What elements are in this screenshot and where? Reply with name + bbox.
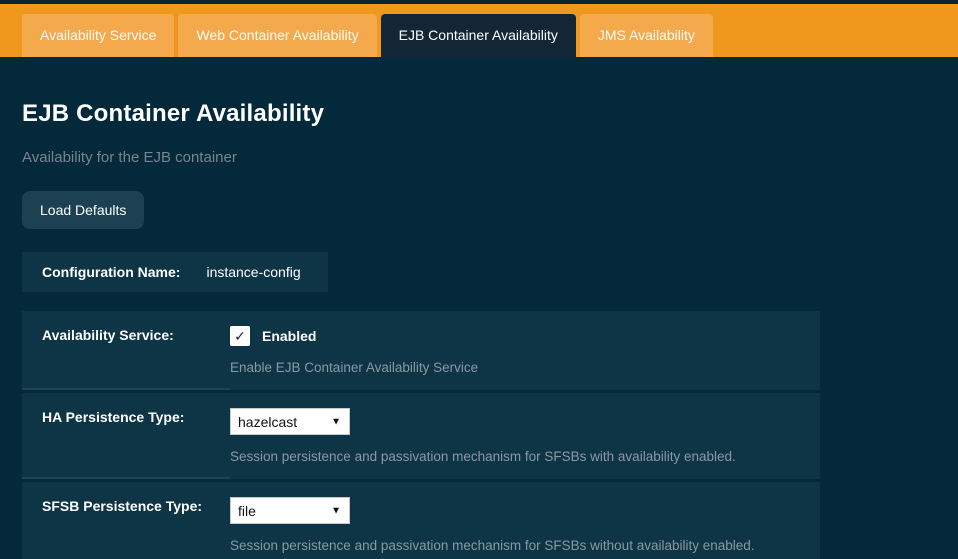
ha-persistence-type-label: HA Persistence Type: — [22, 393, 230, 479]
row-ha-persistence-type: HA Persistence Type: hazelcast ▼ Session… — [22, 393, 820, 479]
dropdown-arrow-icon: ▼ — [331, 505, 341, 516]
ha-persistence-select-value: hazelcast — [238, 414, 297, 430]
ha-persistence-select[interactable]: hazelcast ▼ — [230, 408, 350, 435]
enabled-checkbox[interactable]: ✓ — [230, 326, 250, 346]
page-title: EJB Container Availability — [22, 100, 936, 128]
tab-bar: Availability Service Web Container Avail… — [0, 4, 958, 57]
checkmark-icon: ✓ — [234, 328, 246, 345]
tab-ejb-container-availability[interactable]: EJB Container Availability — [381, 14, 576, 57]
configuration-name-value: instance-config — [206, 264, 300, 280]
row-availability-service: Availability Service: ✓ Enabled Enable E… — [22, 311, 820, 390]
sfsb-persistence-type-help: Session persistence and passivation mech… — [230, 538, 810, 553]
configuration-name-label: Configuration Name: — [42, 264, 180, 280]
ha-persistence-type-help: Session persistence and passivation mech… — [230, 449, 810, 464]
tab-jms-availability[interactable]: JMS Availability — [580, 14, 713, 57]
row-sfsb-persistence-type: SFSB Persistence Type: file ▼ Session pe… — [22, 482, 820, 559]
sfsb-persistence-select-value: file — [238, 503, 256, 519]
load-defaults-button[interactable]: Load Defaults — [22, 191, 144, 229]
availability-service-help: Enable EJB Container Availability Servic… — [230, 360, 810, 375]
tab-web-container-availability[interactable]: Web Container Availability — [178, 14, 376, 57]
page-subtitle: Availability for the EJB container — [22, 149, 936, 166]
enabled-checkbox-label: Enabled — [262, 328, 316, 344]
availability-form: Availability Service: ✓ Enabled Enable E… — [22, 311, 820, 559]
main-content: EJB Container Availability Availability … — [0, 57, 958, 559]
configuration-name-row: Configuration Name: instance-config — [22, 252, 328, 292]
dropdown-arrow-icon: ▼ — [331, 416, 341, 427]
availability-service-label: Availability Service: — [22, 311, 230, 390]
sfsb-persistence-type-label: SFSB Persistence Type: — [22, 482, 230, 559]
sfsb-persistence-select[interactable]: file ▼ — [230, 497, 350, 524]
tab-availability-service[interactable]: Availability Service — [22, 14, 174, 57]
